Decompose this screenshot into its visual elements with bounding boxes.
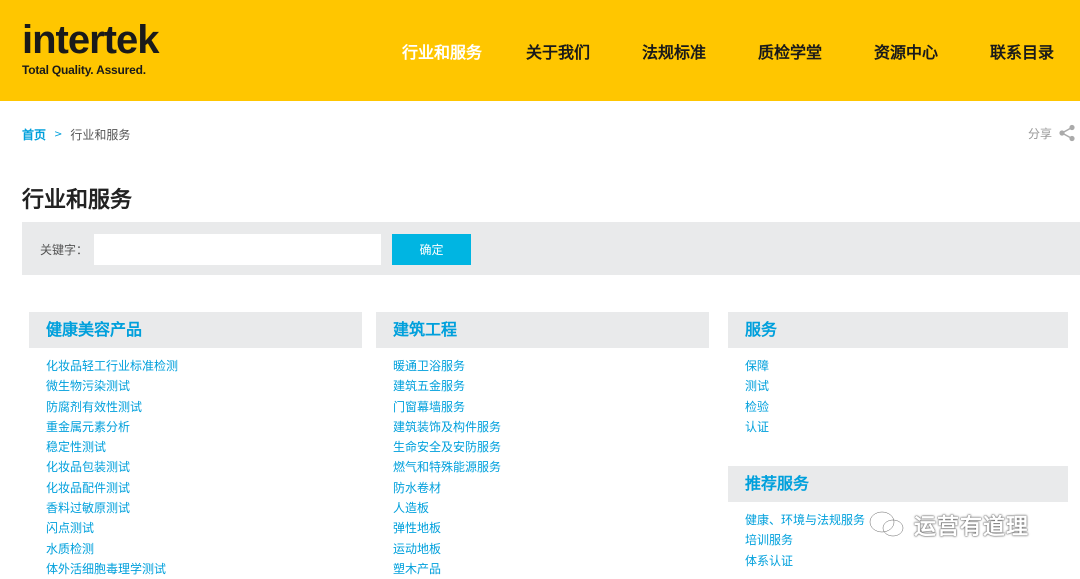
list-item[interactable]: 体系认证 [745, 551, 1068, 571]
breadcrumb-home[interactable]: 首页 [22, 126, 46, 143]
category-list: 保障 测试 检验 认证 [728, 356, 1068, 437]
watermark-text: 运营有道理 [914, 515, 1030, 540]
nav-contact-directory[interactable]: 联系目录 [964, 39, 1080, 63]
category-construction: 建筑工程 暖通卫浴服务 建筑五金服务 门窗幕墙服务 建筑装饰及构件服务 生命安全… [376, 312, 709, 579]
breadcrumb: 首页 > 行业和服务 [22, 126, 130, 143]
search-bar: 关键字： 确定 [22, 222, 1080, 275]
wechat-icon [869, 511, 904, 537]
list-item[interactable]: 建筑五金服务 [393, 376, 709, 396]
list-item[interactable]: 化妆品配件测试 [46, 478, 362, 498]
category-title[interactable]: 健康美容产品 [29, 312, 362, 348]
list-item[interactable]: 稳定性测试 [46, 437, 362, 457]
wechat-watermark: 运营有道理 [868, 509, 1029, 541]
list-item[interactable]: 塑木产品 [393, 559, 709, 579]
logo-wordmark: intertek [22, 18, 160, 62]
list-item[interactable]: 弹性地板 [393, 518, 709, 538]
keyword-label: 关键字： [40, 243, 89, 257]
category-title[interactable]: 推荐服务 [728, 466, 1068, 502]
keyword-input[interactable] [94, 234, 381, 265]
logo-tagline: Total Quality. Assured. [22, 63, 146, 77]
list-item[interactable]: 燃气和特殊能源服务 [393, 457, 709, 477]
list-item[interactable]: 暖通卫浴服务 [393, 356, 709, 376]
list-item[interactable]: 化妆品包装测试 [46, 457, 362, 477]
list-item[interactable]: 生命安全及安防服务 [393, 437, 709, 457]
list-item[interactable]: 重金属元素分析 [46, 417, 362, 437]
breadcrumb-current: 行业和服务 [70, 128, 131, 142]
list-item[interactable]: 运动地板 [393, 539, 709, 559]
list-item[interactable]: 人造板 [393, 498, 709, 518]
list-item[interactable]: 检验 [745, 397, 1068, 417]
share-label: 分享 [1027, 126, 1052, 141]
list-item[interactable]: 防腐剂有效性测试 [46, 397, 362, 417]
confirm-button[interactable]: 确定 [392, 234, 471, 265]
main-nav: 行业和服务 关于我们 法规标准 质检学堂 资源中心 联系目录 [384, 0, 1080, 101]
list-item[interactable]: 建筑装饰及构件服务 [393, 417, 709, 437]
list-item[interactable]: 门窗幕墙服务 [393, 397, 709, 417]
category-list: 化妆品轻工行业标准检测 微生物污染测试 防腐剂有效性测试 重金属元素分析 稳定性… [29, 356, 362, 579]
category-title[interactable]: 建筑工程 [376, 312, 709, 348]
list-item[interactable]: 保障 [745, 356, 1068, 376]
nav-quality-academy[interactable]: 质检学堂 [732, 39, 848, 63]
nav-resource-center[interactable]: 资源中心 [848, 39, 964, 63]
list-item[interactable]: 体外活细胞毒理学测试 [46, 559, 362, 579]
nav-regulations-standards[interactable]: 法规标准 [616, 39, 732, 63]
share-icon [1059, 124, 1075, 142]
intertek-logo[interactable]: intertek Total Quality. Assured. [22, 20, 192, 82]
list-item[interactable]: 防水卷材 [393, 478, 709, 498]
share-button[interactable]: 分享 [1028, 124, 1076, 142]
list-item[interactable]: 香料过敏原测试 [46, 498, 362, 518]
list-item[interactable]: 认证 [745, 417, 1068, 437]
site-header: intertek Total Quality. Assured. 行业和服务 关… [0, 0, 1080, 101]
nav-about-us[interactable]: 关于我们 [500, 39, 616, 63]
list-item[interactable]: 测试 [745, 376, 1068, 396]
list-item[interactable]: 化妆品轻工行业标准检测 [46, 356, 362, 376]
nav-industry-services[interactable]: 行业和服务 [384, 39, 500, 63]
list-item[interactable]: 水质检测 [46, 539, 362, 559]
category-services: 服务 保障 测试 检验 认证 [728, 312, 1068, 437]
list-item[interactable]: 闪点测试 [46, 518, 362, 538]
category-list: 暖通卫浴服务 建筑五金服务 门窗幕墙服务 建筑装饰及构件服务 生命安全及安防服务… [376, 356, 709, 579]
category-health-beauty: 健康美容产品 化妆品轻工行业标准检测 微生物污染测试 防腐剂有效性测试 重金属元… [29, 312, 362, 579]
category-title[interactable]: 服务 [728, 312, 1068, 348]
list-item[interactable]: 微生物污染测试 [46, 376, 362, 396]
breadcrumb-separator: > [54, 129, 63, 140]
page-title: 行业和服务 [22, 188, 133, 213]
